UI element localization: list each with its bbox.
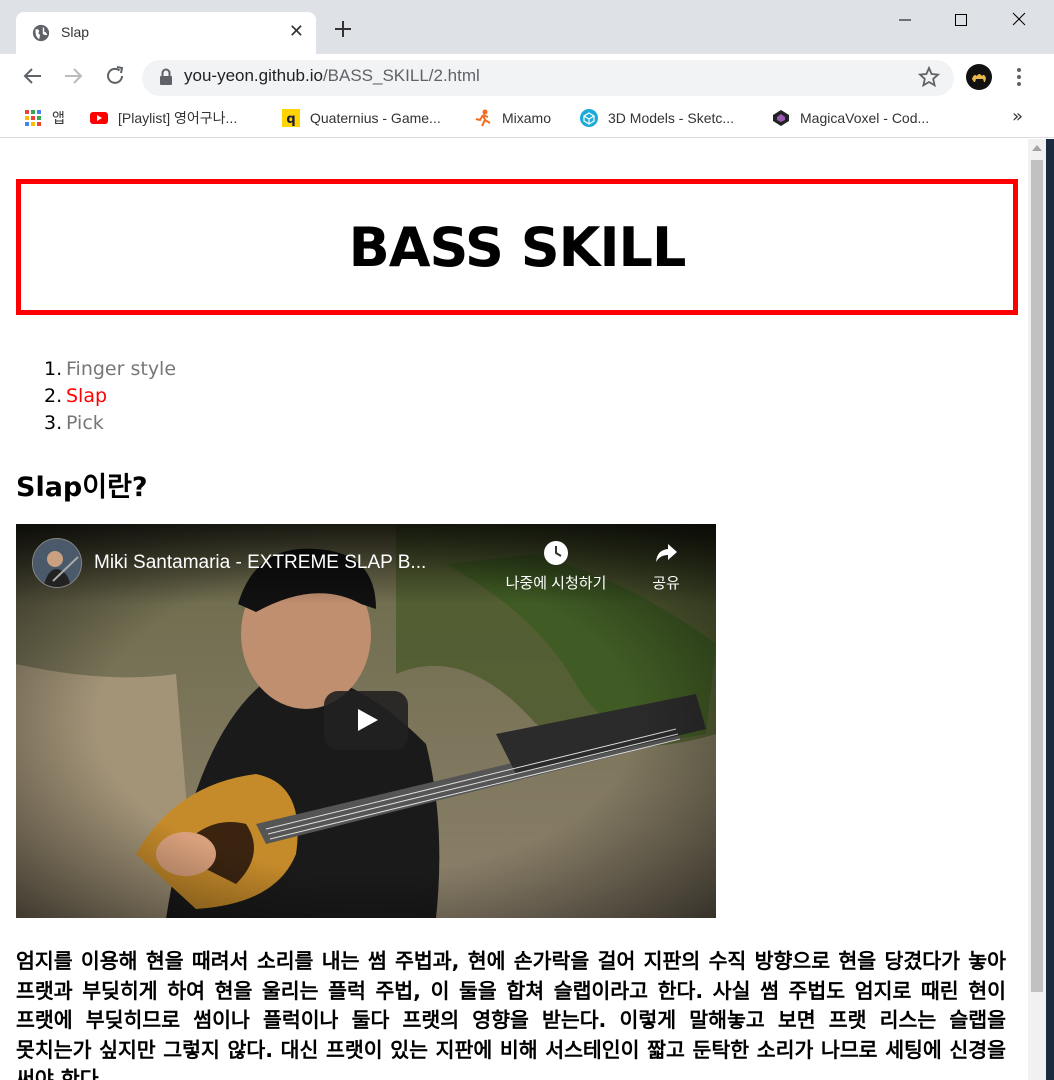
share-button[interactable]: 공유 <box>642 540 690 593</box>
reload-icon[interactable] <box>104 65 126 87</box>
new-tab-icon[interactable] <box>332 18 354 40</box>
watch-later-button[interactable]: 나중에 시청하기 <box>488 540 624 593</box>
channel-avatar[interactable] <box>32 538 82 588</box>
bookmark-label: Quaternius - Game... <box>310 110 441 126</box>
bookmark-apps[interactable]: 앱 <box>24 108 65 128</box>
sketchfab-icon <box>580 109 598 127</box>
clock-icon <box>544 541 568 565</box>
lock-icon[interactable] <box>157 67 175 87</box>
share-arrow-icon <box>656 544 677 562</box>
url-text[interactable]: you-yeon.github.io/BASS_SKILL/2.html <box>184 66 480 86</box>
nav-item-finger-style: 1. Finger style <box>44 356 176 383</box>
nav-link-pick[interactable]: Pick <box>66 412 104 434</box>
more-menu-icon[interactable] <box>1012 66 1026 88</box>
bookmark-mixamo[interactable]: Mixamo <box>474 108 551 128</box>
page-title: BASS SKILL <box>348 215 687 279</box>
bookmark-label: MagicaVoxel - Cod... <box>800 110 930 126</box>
apps-grid-icon <box>25 110 41 126</box>
site-header: BASS SKILL <box>16 179 1018 315</box>
nav-number: 3. <box>44 412 63 434</box>
bookmark-star-icon[interactable] <box>918 66 940 88</box>
desktop-background-edge <box>1046 139 1054 1080</box>
tab-title: Slap <box>61 24 90 40</box>
back-arrow-icon[interactable] <box>22 65 44 87</box>
globe-icon <box>32 24 50 42</box>
profile-avatar[interactable] <box>966 64 992 90</box>
bookmark-label: 앱 <box>52 110 65 126</box>
section-title: Slap이란? <box>16 472 148 503</box>
mixamo-icon <box>475 109 491 127</box>
skill-nav-list: 1. Finger style 2. Slap 3. Pick <box>44 356 176 437</box>
bookmarks-overflow-button[interactable]: » <box>1012 106 1023 127</box>
youtube-embed[interactable]: Miki Santamaria - EXTREME SLAP B... 나중에 … <box>16 524 716 918</box>
watch-later-label: 나중에 시청하기 <box>505 575 607 592</box>
bookmark-playlist[interactable]: [Playlist] 영어구나... <box>90 108 237 128</box>
video-title[interactable]: Miki Santamaria - EXTREME SLAP B... <box>94 552 426 574</box>
minimize-icon[interactable] <box>890 8 920 32</box>
bookmark-label: [Playlist] 영어구나... <box>118 110 238 126</box>
share-label: 공유 <box>652 575 680 592</box>
nav-item-pick: 3. Pick <box>44 410 176 437</box>
bookmark-label: 3D Models - Sketc... <box>608 110 735 126</box>
bookmark-magicavoxel[interactable]: MagicaVoxel - Cod... <box>772 108 929 128</box>
youtube-icon <box>90 112 108 124</box>
nav-link-slap[interactable]: Slap <box>66 385 107 407</box>
nav-number: 2. <box>44 385 63 407</box>
nav-item-slap: 2. Slap <box>44 383 176 410</box>
bookmark-sketchfab[interactable]: 3D Models - Sketc... <box>580 108 734 128</box>
bookmark-label: Mixamo <box>502 110 552 126</box>
description-paragraph: 엄지를 이용해 현을 때려서 소리를 내는 썸 주법과, 현에 손가락을 걸어 … <box>16 949 1006 1080</box>
quaternius-icon: q <box>282 109 300 127</box>
svg-text:q: q <box>286 112 295 127</box>
scroll-up-arrow-icon[interactable] <box>1032 145 1042 151</box>
channel-avatar-image <box>33 539 81 587</box>
close-tab-icon[interactable]: ✕ <box>289 21 304 43</box>
nav-number: 1. <box>44 358 63 380</box>
page-content: BASS SKILL 1. Finger style 2. Slap 3. Pick … <box>0 139 1028 1080</box>
nav-link-finger-style[interactable]: Finger style <box>66 358 176 380</box>
scrollbar-thumb[interactable] <box>1031 160 1043 992</box>
window-close-icon[interactable] <box>1004 8 1034 32</box>
browser-tab[interactable]: Slap ✕ <box>16 12 316 54</box>
play-button[interactable] <box>324 691 408 750</box>
bookmark-quaternius[interactable]: q Quaternius - Game... <box>282 108 441 128</box>
forward-arrow-icon[interactable] <box>62 65 84 87</box>
codepen-icon <box>773 110 789 126</box>
profile-camel-icon <box>972 74 986 82</box>
maximize-icon[interactable] <box>946 8 976 32</box>
url-host: you-yeon.github.io <box>184 66 323 85</box>
url-path: /BASS_SKILL/2.html <box>322 66 480 85</box>
